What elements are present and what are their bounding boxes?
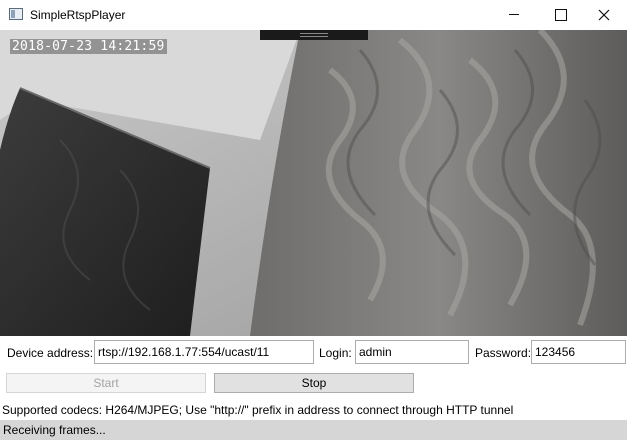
status-bar: Receiving frames...	[0, 420, 627, 440]
login-input[interactable]	[355, 340, 469, 364]
status-text: Receiving frames...	[3, 423, 106, 437]
close-button[interactable]	[581, 0, 627, 30]
video-frame: 2018-07-23 14:21:59	[0, 30, 627, 336]
password-input[interactable]	[531, 340, 626, 364]
minimize-button[interactable]	[491, 0, 537, 30]
stop-button[interactable]: Stop	[214, 373, 414, 393]
video-timestamp: 2018-07-23 14:21:59	[10, 39, 167, 54]
device-address-label: Device address:	[7, 346, 94, 360]
start-button[interactable]: Start	[6, 373, 206, 393]
window-title: SimpleRtspPlayer	[30, 8, 126, 22]
codecs-info-text: Supported codecs: H264/MJPEG; Use "http:…	[2, 403, 514, 417]
overlay-drag-handle[interactable]	[260, 30, 368, 40]
title-bar: SimpleRtspPlayer	[0, 0, 627, 30]
device-address-input[interactable]	[94, 340, 314, 364]
close-icon	[598, 9, 610, 21]
app-window-icon	[9, 8, 23, 20]
password-label: Password:	[475, 346, 532, 360]
login-label: Login:	[319, 346, 352, 360]
camera-image	[0, 30, 627, 336]
maximize-button[interactable]	[537, 0, 583, 30]
